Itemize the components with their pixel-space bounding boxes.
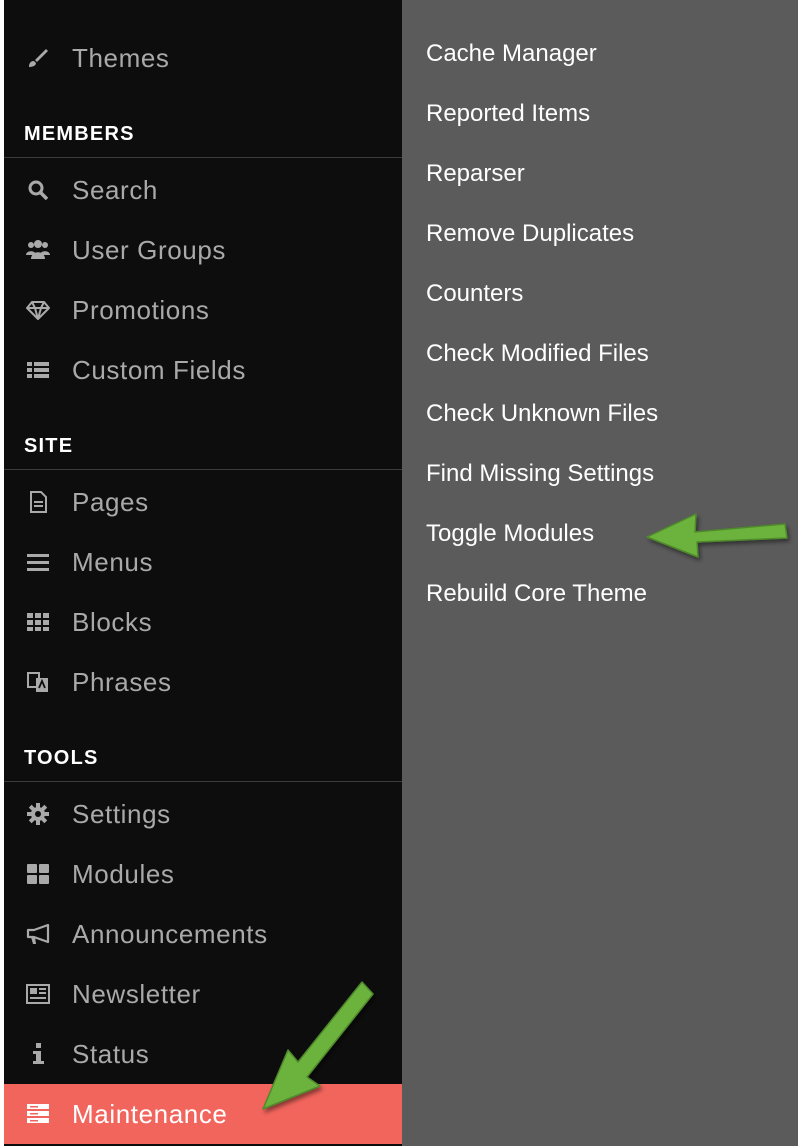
sidebar-item-pages[interactable]: Pages <box>4 472 402 532</box>
newspaper-icon <box>24 981 52 1007</box>
sidebar-item-label: Status <box>72 1038 150 1069</box>
modules-icon <box>24 861 52 887</box>
section-title: SITE <box>24 435 74 457</box>
submenu-item-rebuild-core-theme[interactable]: Rebuild Core Theme <box>426 574 647 614</box>
section-title: MEMBERS <box>24 123 135 145</box>
sidebar-item-settings[interactable]: Settings <box>4 784 402 844</box>
megaphone-icon <box>24 921 52 947</box>
submenu-item-check-unknown-files[interactable]: Check Unknown Files <box>426 394 658 434</box>
diamond-icon <box>24 297 52 323</box>
submenu-item-counters[interactable]: Counters <box>426 274 523 314</box>
sidebar-item-modules[interactable]: Modules <box>4 844 402 904</box>
file-icon <box>24 489 52 515</box>
sidebar-item-custom-fields[interactable]: Custom Fields <box>4 340 402 400</box>
search-icon <box>24 177 52 203</box>
translate-icon <box>24 669 52 695</box>
sidebar-item-newsletter[interactable]: Newsletter <box>4 964 402 1024</box>
grid-icon <box>24 609 52 635</box>
sidebar-item-label: Search <box>72 174 158 205</box>
sidebar-item-promotions[interactable]: Promotions <box>4 280 402 340</box>
server-icon <box>24 1101 52 1127</box>
submenu-item-check-modified-files[interactable]: Check Modified Files <box>426 334 649 374</box>
sidebar-item-themes[interactable]: Themes <box>4 28 402 88</box>
sidebar-item-label: Settings <box>72 798 171 829</box>
sidebar-item-label: Menus <box>72 546 154 577</box>
section-header-site: SITE <box>4 418 402 470</box>
sidebar-item-search[interactable]: Search <box>4 160 402 220</box>
sidebar-item-label: Pages <box>72 486 149 517</box>
sidebar-item-label: Maintenance <box>72 1098 228 1129</box>
bars-icon <box>24 549 52 575</box>
sidebar-item-announcements[interactable]: Announcements <box>4 904 402 964</box>
section-title: TOOLS <box>24 747 99 769</box>
sidebar-item-label: Modules <box>72 858 175 889</box>
gear-icon <box>24 801 52 827</box>
sidebar-item-label: Custom Fields <box>72 354 246 385</box>
sidebar-item-label: Newsletter <box>72 978 201 1009</box>
sidebar-item-menus[interactable]: Menus <box>4 532 402 592</box>
sidebar-item-blocks[interactable]: Blocks <box>4 592 402 652</box>
submenu-item-remove-duplicates[interactable]: Remove Duplicates <box>426 214 634 254</box>
info-icon <box>24 1041 52 1067</box>
sidebar-item-label: User Groups <box>72 234 226 265</box>
section-header-tools: TOOLS <box>4 730 402 782</box>
clipped-apps-item: ▪▪ <box>4 0 204 4</box>
submenu-item-find-missing-settings[interactable]: Find Missing Settings <box>426 454 654 494</box>
sidebar-item-status[interactable]: Status <box>4 1024 402 1084</box>
brush-icon <box>24 45 52 71</box>
sidebar-item-label: Phrases <box>72 666 172 697</box>
submenu-item-reported-items[interactable]: Reported Items <box>426 94 590 134</box>
maintenance-submenu: Cache Manager Reported Items Reparser Re… <box>402 0 798 1146</box>
sidebar-item-phrases[interactable]: Phrases <box>4 652 402 712</box>
section-header-members: MEMBERS <box>4 106 402 158</box>
users-icon <box>24 237 52 263</box>
admin-sidebar: ▪▪ Themes MEMBERS Search User Groups Pro… <box>4 0 402 1146</box>
sidebar-item-user-groups[interactable]: User Groups <box>4 220 402 280</box>
list-icon <box>24 357 52 383</box>
submenu-item-toggle-modules[interactable]: Toggle Modules <box>426 514 594 554</box>
sidebar-item-label: Blocks <box>72 606 153 637</box>
sidebar-item-label: Themes <box>72 42 170 73</box>
sidebar-item-label: Announcements <box>72 918 268 949</box>
submenu-item-cache-manager[interactable]: Cache Manager <box>426 34 597 74</box>
sidebar-item-label: Promotions <box>72 294 210 325</box>
sidebar-item-maintenance[interactable]: Maintenance <box>4 1084 402 1144</box>
submenu-item-reparser[interactable]: Reparser <box>426 154 525 194</box>
